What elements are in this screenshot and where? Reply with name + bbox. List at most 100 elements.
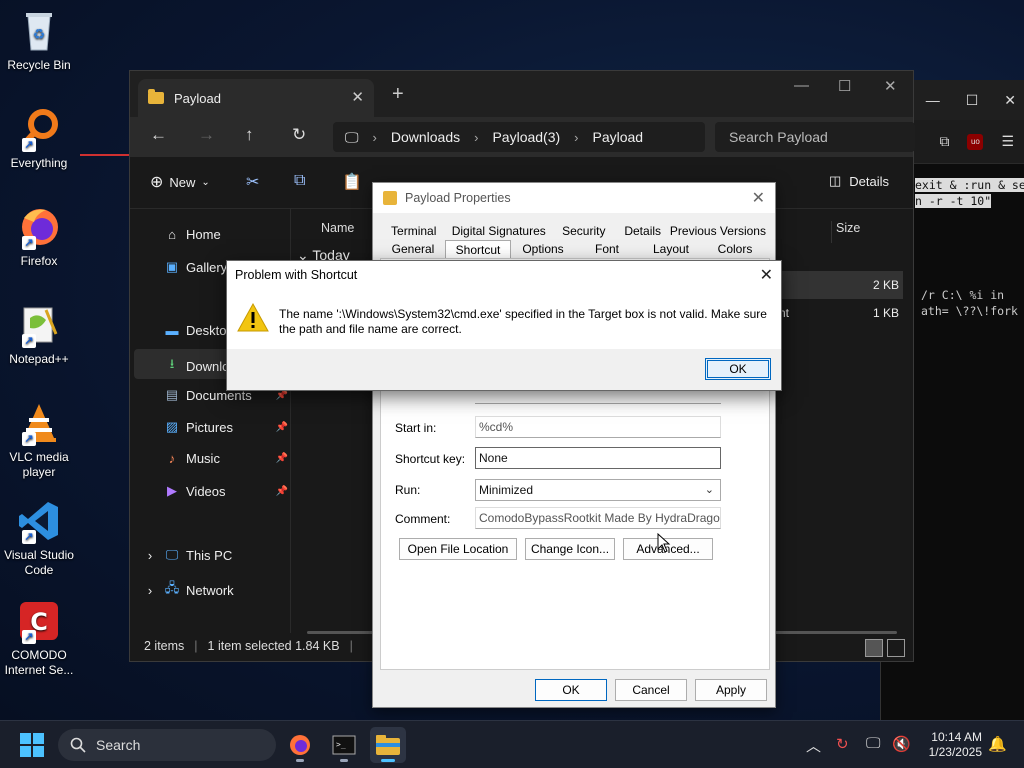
- copy-icon[interactable]: ⧉: [294, 172, 305, 190]
- minimize-icon[interactable]: —: [794, 77, 809, 94]
- tab-digital-signatures[interactable]: Digital Signatures: [446, 222, 551, 241]
- close-icon[interactable]: ✕: [884, 77, 897, 95]
- minimize-icon[interactable]: —: [926, 92, 940, 108]
- maximize-icon[interactable]: ☐: [966, 92, 979, 109]
- menu-icon[interactable]: ☰: [1001, 133, 1014, 150]
- cancel-button[interactable]: Cancel: [615, 679, 687, 701]
- tab-details[interactable]: Details: [617, 222, 669, 241]
- apply-button[interactable]: Apply: [695, 679, 767, 701]
- taskbar-clock[interactable]: 10:14 AM 1/23/2025: [929, 730, 982, 760]
- tiles-view-icon[interactable]: [887, 639, 905, 657]
- start-button[interactable]: [20, 733, 44, 757]
- tab-previous-versions[interactable]: Previous Versions: [669, 222, 767, 241]
- close-icon[interactable]: ✕: [1004, 92, 1016, 109]
- tab-font[interactable]: Font: [575, 240, 639, 259]
- error-titlebar: Problem with Shortcut ✕: [227, 261, 781, 289]
- desktop-icon-vscode[interactable]: ↗ Visual Studio Code: [2, 498, 76, 578]
- comment-field[interactable]: ComodoBypassRootkit Made By HydraDragonA…: [475, 507, 721, 529]
- network-tray-icon[interactable]: 🖵: [866, 735, 880, 752]
- column-header-name[interactable]: Name: [321, 221, 354, 235]
- tab-terminal[interactable]: Terminal: [381, 222, 446, 241]
- forward-arrow-icon[interactable]: →: [198, 125, 215, 145]
- file-size: 2 KB: [872, 278, 899, 292]
- desktop-icon-firefox[interactable]: ↗ Firefox: [2, 204, 76, 269]
- sidebar-item-label: Downlo: [186, 358, 230, 374]
- new-tab-icon[interactable]: +: [392, 83, 404, 106]
- taskbar-firefox[interactable]: [282, 727, 318, 763]
- details-view-icon[interactable]: [865, 639, 883, 657]
- explorer-tab[interactable]: Payload ✕: [138, 79, 374, 117]
- details-label: Details: [849, 173, 889, 189]
- change-icon-button[interactable]: Change Icon...: [525, 538, 615, 560]
- desktop-icon-label: Visual Studio Code: [4, 548, 74, 577]
- sidebar-item-this-pc[interactable]: › 🖵 This PC: [142, 547, 232, 563]
- taskbar-terminal[interactable]: >_: [326, 727, 362, 763]
- sidebar-item-network[interactable]: › 🖧 Network: [142, 579, 234, 601]
- close-icon[interactable]: ✕: [760, 265, 773, 285]
- details-button[interactable]: ◫ Details: [829, 173, 889, 189]
- tab-layout[interactable]: Layout: [639, 240, 703, 259]
- speaker-muted-icon[interactable]: 🔇: [892, 735, 911, 753]
- ok-button[interactable]: OK: [705, 358, 771, 380]
- new-button[interactable]: ⊕ New ⌄: [150, 172, 210, 192]
- running-indicator: [296, 759, 304, 762]
- sidebar-item-home[interactable]: ⌂ Home: [164, 227, 221, 242]
- taskbar-file-explorer[interactable]: [370, 727, 406, 763]
- desktop-icon-notepadpp[interactable]: ↗ Notepad++: [2, 302, 76, 367]
- notification-bell-icon[interactable]: 🔔: [988, 735, 1007, 753]
- start-in-field[interactable]: %cd%: [475, 416, 721, 438]
- cut-icon[interactable]: ✂: [246, 172, 259, 192]
- vscode-icon: ↗: [16, 498, 62, 544]
- taskbar: Search >_ ︿ ↻ 🖵 🔇 10:14 AM 1/23/2025 🔔: [0, 720, 1024, 768]
- comodo-icon: C ↗: [16, 598, 62, 644]
- tab-shortcut[interactable]: Shortcut: [445, 240, 511, 259]
- desktop-icon-everything[interactable]: ↗ Everything: [2, 106, 76, 171]
- dialog-title: Problem with Shortcut: [235, 268, 358, 282]
- close-icon[interactable]: ✕: [752, 188, 765, 208]
- desktop-icon-label: Recycle Bin: [7, 58, 71, 72]
- maximize-icon[interactable]: ☐: [838, 77, 851, 95]
- sidebar-item-gallery[interactable]: ▣ Gallery: [164, 259, 227, 275]
- ublock-icon[interactable]: uo: [967, 133, 984, 150]
- terminal-line: exit & :run & se: [915, 178, 1024, 192]
- shortcut-key-field[interactable]: None: [475, 447, 721, 469]
- breadcrumb-item[interactable]: Payload: [593, 129, 644, 145]
- error-body: The name ':\Windows\System32\cmd.exe' sp…: [227, 289, 781, 351]
- sidebar-item-music[interactable]: ♪ Music 📌: [164, 451, 288, 466]
- tab-general[interactable]: General: [381, 240, 445, 259]
- tab-close-icon[interactable]: ✕: [351, 88, 364, 106]
- comodo-tray-icon[interactable]: ↻: [836, 735, 849, 753]
- sidebar-item-desktop[interactable]: ▬ Desktop: [164, 323, 234, 338]
- desktop-icon-vlc[interactable]: ↗ VLC media player: [2, 400, 76, 480]
- refresh-icon[interactable]: ↻: [292, 125, 306, 145]
- open-file-location-button[interactable]: Open File Location: [399, 538, 517, 560]
- column-header-size[interactable]: Size: [831, 221, 860, 243]
- sidebar-item-label: Home: [186, 227, 221, 242]
- up-arrow-icon[interactable]: ↑: [245, 125, 254, 145]
- sidebar-item-downloads[interactable]: ⭳ Downlo: [164, 355, 230, 377]
- address-bar[interactable]: 🖵 › Downloads › Payload(3) › Payload: [333, 122, 705, 152]
- paste-icon[interactable]: 📋: [342, 172, 362, 192]
- tab-options[interactable]: Options: [511, 240, 575, 259]
- tab-colors[interactable]: Colors: [703, 240, 767, 259]
- taskbar-search[interactable]: Search: [58, 729, 276, 761]
- desktop-icon-recycle-bin[interactable]: ♻ Recycle Bin: [2, 8, 76, 73]
- sidebar-item-label: Pictures: [186, 419, 233, 435]
- sidebar-item-videos[interactable]: ▶ Videos 📌: [164, 483, 288, 499]
- windows-logo-icon: [20, 733, 31, 744]
- breadcrumb-item[interactable]: Payload(3): [492, 129, 560, 145]
- chevron-up-icon[interactable]: ︿: [806, 735, 821, 756]
- problem-with-shortcut-dialog[interactable]: Problem with Shortcut ✕ The name ':\Wind…: [226, 260, 782, 391]
- run-select[interactable]: Minimized ⌄: [475, 479, 721, 501]
- extensions-icon[interactable]: ⧉: [939, 133, 949, 150]
- back-arrow-icon[interactable]: ←: [150, 125, 167, 145]
- folder-icon: [148, 89, 164, 104]
- ok-button[interactable]: OK: [535, 679, 607, 701]
- desktop-icon-label: Notepad++: [9, 352, 69, 366]
- tab-security[interactable]: Security: [551, 222, 616, 241]
- sidebar-item-pictures[interactable]: ▨ Pictures 📌: [164, 419, 288, 435]
- search-input[interactable]: Search Payload: [715, 122, 915, 152]
- desktop-icon-comodo[interactable]: C ↗ COMODO Internet Se...: [2, 598, 76, 678]
- clock-time: 10:14 AM: [931, 730, 982, 744]
- breadcrumb-item[interactable]: Downloads: [391, 129, 460, 145]
